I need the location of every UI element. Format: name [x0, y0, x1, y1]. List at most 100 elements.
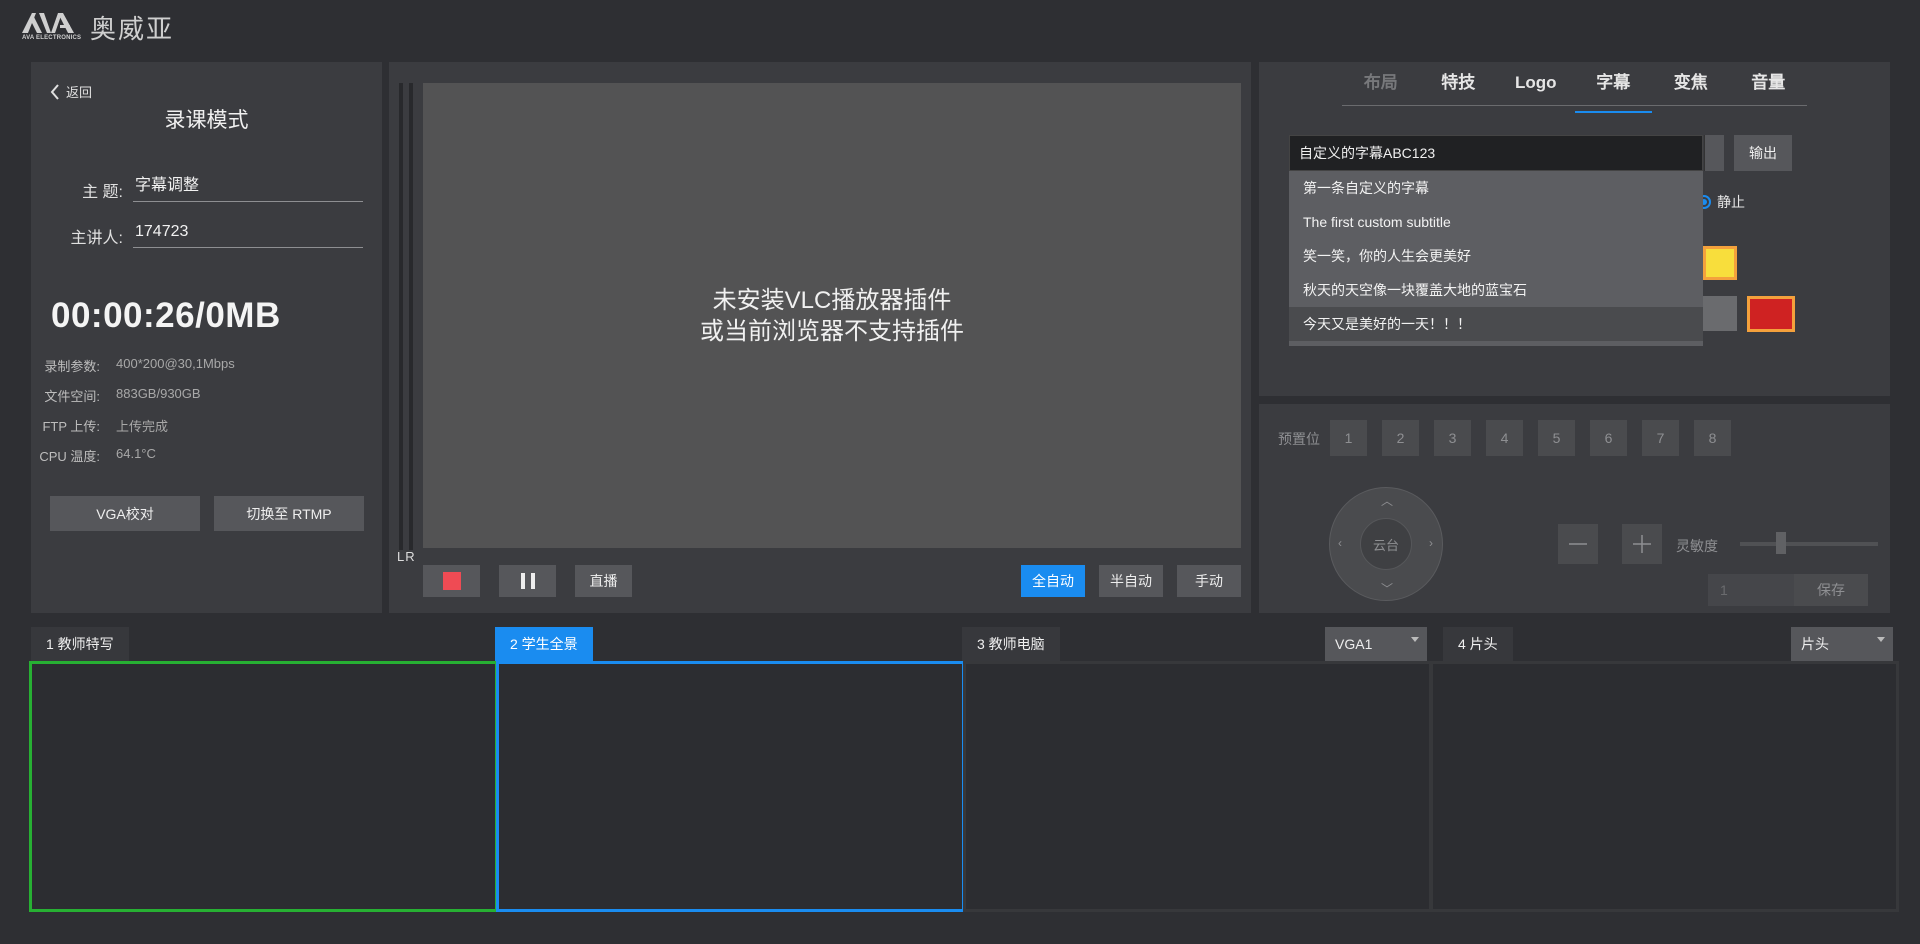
stat-key: 文件空间:: [44, 389, 100, 404]
back-button[interactable]: 返回: [50, 82, 92, 101]
preset-button[interactable]: 4: [1486, 420, 1523, 456]
ptz-center[interactable]: 云台: [1360, 518, 1412, 570]
vga-calibrate-button[interactable]: VGA校对: [50, 496, 200, 531]
semi-auto-button[interactable]: 半自动: [1099, 565, 1163, 597]
radio-static-label: 静止: [1717, 194, 1745, 210]
source-4-select[interactable]: 片头: [1791, 627, 1893, 661]
stat-value: 400*200@30,1Mbps: [116, 356, 235, 371]
topic-input[interactable]: 字幕调整: [133, 174, 363, 202]
arrow-down-icon[interactable]: ﹀: [1381, 580, 1393, 597]
brand-logo: AVA ELECTRONICS 奥威亚: [20, 10, 175, 45]
speaker-label: 主讲人:: [70, 230, 123, 247]
source-tab-4[interactable]: 4 片头: [1443, 627, 1513, 661]
sensitivity-slider[interactable]: [1740, 542, 1878, 546]
tab-zoom[interactable]: 变焦: [1652, 70, 1730, 105]
plugin-message-line1: 未安装VLC播放器插件: [712, 286, 952, 314]
subtitle-dropdown: 第一条自定义的字幕 The first custom subtitle 笑一笑，…: [1289, 171, 1703, 346]
subtitle-option[interactable]: 今天又是美好的一天！！！: [1289, 307, 1703, 341]
effects-tabs: 布局 特技 Logo 字幕 变焦 音量: [1342, 70, 1808, 113]
plugin-message-line2: 或当前浏览器不支持插件: [700, 317, 964, 345]
arrow-left-icon[interactable]: ‹: [1338, 536, 1342, 550]
subtitle-dropdown-toggle[interactable]: [1704, 135, 1724, 171]
tab-logo[interactable]: Logo: [1497, 70, 1575, 105]
subtitle-option[interactable]: 第一条自定义的字幕: [1289, 171, 1703, 205]
pause-button[interactable]: [499, 565, 556, 597]
zoom-in-button[interactable]: [1622, 524, 1662, 564]
subtitle-input[interactable]: 自定义的字幕ABC123: [1289, 135, 1703, 171]
subtitle-option[interactable]: 秋天的天空像一块覆盖大地的蓝宝石: [1289, 273, 1703, 307]
source-3-select-value: VGA1: [1335, 636, 1373, 652]
plus-icon: [1633, 535, 1651, 553]
preset-label: 预置位: [1278, 431, 1320, 447]
subtitle-option[interactable]: 笑一笑，你的人生会更美好: [1289, 239, 1703, 273]
source-preview-3[interactable]: [963, 661, 1432, 912]
audio-meter-right: [409, 83, 413, 550]
speaker-field: 主讲人: 174723: [43, 220, 363, 248]
source-tab-3[interactable]: 3 教师电脑: [962, 627, 1060, 661]
arrow-up-icon[interactable]: ︿: [1381, 492, 1393, 509]
stat-row: 文件空间: 883GB/930GB: [24, 386, 201, 405]
back-label: 返回: [66, 85, 93, 100]
bg-color-swatch[interactable]: [1747, 296, 1795, 332]
stat-row: FTP 上传: 上传完成: [24, 416, 168, 435]
sensitivity-label: 灵敏度: [1676, 538, 1718, 554]
stat-value: 上传完成: [116, 419, 169, 434]
manual-button[interactable]: 手动: [1177, 565, 1241, 597]
caret-down-icon: [1411, 637, 1419, 642]
stat-value: 64.1°C: [116, 446, 156, 461]
pause-icon: [520, 573, 535, 589]
tab-subtitle[interactable]: 字幕: [1574, 70, 1653, 113]
stat-key: CPU 温度:: [39, 449, 100, 464]
preset-button[interactable]: 1: [1330, 420, 1367, 456]
tab-layout[interactable]: 布局: [1342, 70, 1420, 105]
output-button[interactable]: 输出: [1734, 135, 1792, 171]
audio-meter-left: [399, 83, 403, 550]
ava-logo-mark: AVA ELECTRONICS: [20, 11, 81, 43]
preset-button[interactable]: 3: [1434, 420, 1471, 456]
ptz-joystick[interactable]: ︿ ﹀ ‹ › 云台: [1329, 487, 1443, 601]
zoom-out-button[interactable]: [1558, 524, 1598, 564]
save-button[interactable]: 保存: [1794, 574, 1868, 606]
mode-title: 录课模式: [164, 109, 249, 132]
source-4-select-value: 片头: [1801, 636, 1829, 652]
live-button[interactable]: 直播: [575, 565, 632, 597]
bg-color-chip[interactable]: [1703, 296, 1737, 331]
chevron-left-icon: [50, 83, 59, 100]
switch-rtmp-button[interactable]: 切换至 RTMP: [214, 496, 364, 531]
preset-button[interactable]: 7: [1642, 420, 1679, 456]
audio-meter-label: LR: [397, 549, 416, 564]
sensitivity-slider-handle[interactable]: [1776, 532, 1786, 554]
preset-button[interactable]: 6: [1590, 420, 1627, 456]
speaker-input[interactable]: 174723: [133, 220, 363, 248]
record-button[interactable]: [423, 565, 480, 597]
stat-key: 录制参数:: [44, 359, 100, 374]
radio-static[interactable]: 静止: [1697, 192, 1745, 212]
preset-button[interactable]: 5: [1538, 420, 1575, 456]
topic-label: 主 题:: [82, 184, 123, 201]
minus-icon: [1569, 543, 1587, 545]
brand-sub: AVA ELECTRONICS: [22, 35, 82, 41]
tab-volume[interactable]: 音量: [1730, 70, 1808, 105]
tab-effects[interactable]: 特技: [1420, 70, 1498, 105]
topic-field: 主 题: 字幕调整: [43, 174, 363, 202]
record-timer: 00:00:26/0MB: [51, 296, 281, 335]
source-tab-2[interactable]: 2 学生全景: [495, 627, 593, 661]
stat-row: CPU 温度: 64.1°C: [24, 446, 156, 465]
brand-name: 奥威亚: [90, 14, 175, 45]
arrow-right-icon[interactable]: ›: [1429, 536, 1433, 550]
source-preview-1[interactable]: [29, 661, 498, 912]
font-color-swatch[interactable]: [1703, 246, 1737, 280]
subtitle-option[interactable]: The first custom subtitle: [1289, 205, 1703, 239]
source-tab-1[interactable]: 1 教师特写: [31, 627, 129, 661]
source-preview-4[interactable]: [1430, 661, 1899, 912]
record-icon: [442, 572, 461, 590]
full-auto-button[interactable]: 全自动: [1021, 565, 1085, 597]
video-preview: 未安装VLC播放器插件 或当前浏览器不支持插件: [423, 83, 1241, 548]
caret-down-icon: [1877, 637, 1885, 642]
stat-value: 883GB/930GB: [116, 386, 201, 401]
source-preview-2[interactable]: [496, 661, 965, 912]
stat-row: 录制参数: 400*200@30,1Mbps: [24, 356, 235, 375]
preset-button[interactable]: 2: [1382, 420, 1419, 456]
preset-button[interactable]: 8: [1694, 420, 1731, 456]
source-3-select[interactable]: VGA1: [1325, 627, 1427, 661]
